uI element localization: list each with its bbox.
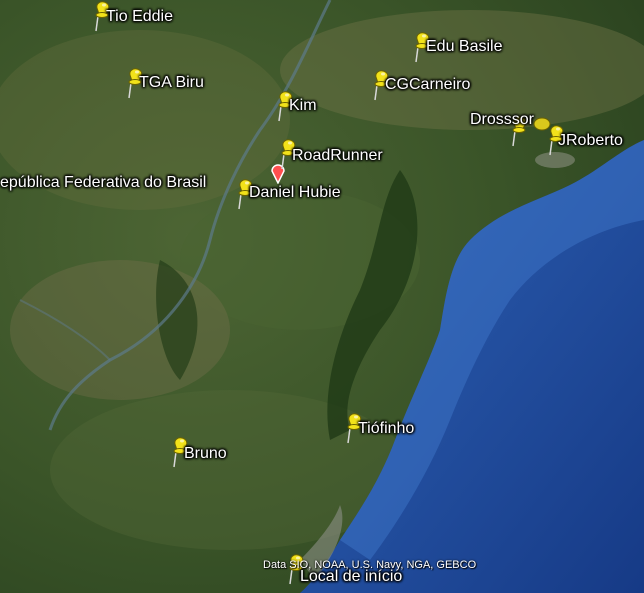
placemark-label-roadrunner[interactable]: RoadRunner [292,147,383,165]
map-view[interactable]: epública Federativa do Brasil Tio Eddie E… [0,0,644,593]
placemark-label-drosssor[interactable]: Drosssor [470,111,534,129]
placemark-label-cgcarneiro[interactable]: CGCarneiro [385,76,470,94]
placemark-label-edu-basile[interactable]: Edu Basile [426,38,503,56]
satellite-terrain [0,0,644,593]
placemark-label-tiofinho[interactable]: Tiófinho [358,420,414,438]
country-label: epública Federativa do Brasil [0,174,207,191]
placemark-label-kim[interactable]: Kim [289,97,317,115]
placemark-label-tio-eddie[interactable]: Tio Eddie [106,8,173,26]
placemark-label-jroberto[interactable]: JRoberto [558,132,623,150]
placemark-label-bruno[interactable]: Bruno [184,445,227,463]
placemark-label-daniel-hubie[interactable]: Daniel Hubie [249,184,341,202]
map-attribution: Data SIO, NOAA, U.S. Navy, NGA, GEBCO [263,559,477,571]
placemark-label-tga-biru[interactable]: TGA Biru [139,74,204,92]
